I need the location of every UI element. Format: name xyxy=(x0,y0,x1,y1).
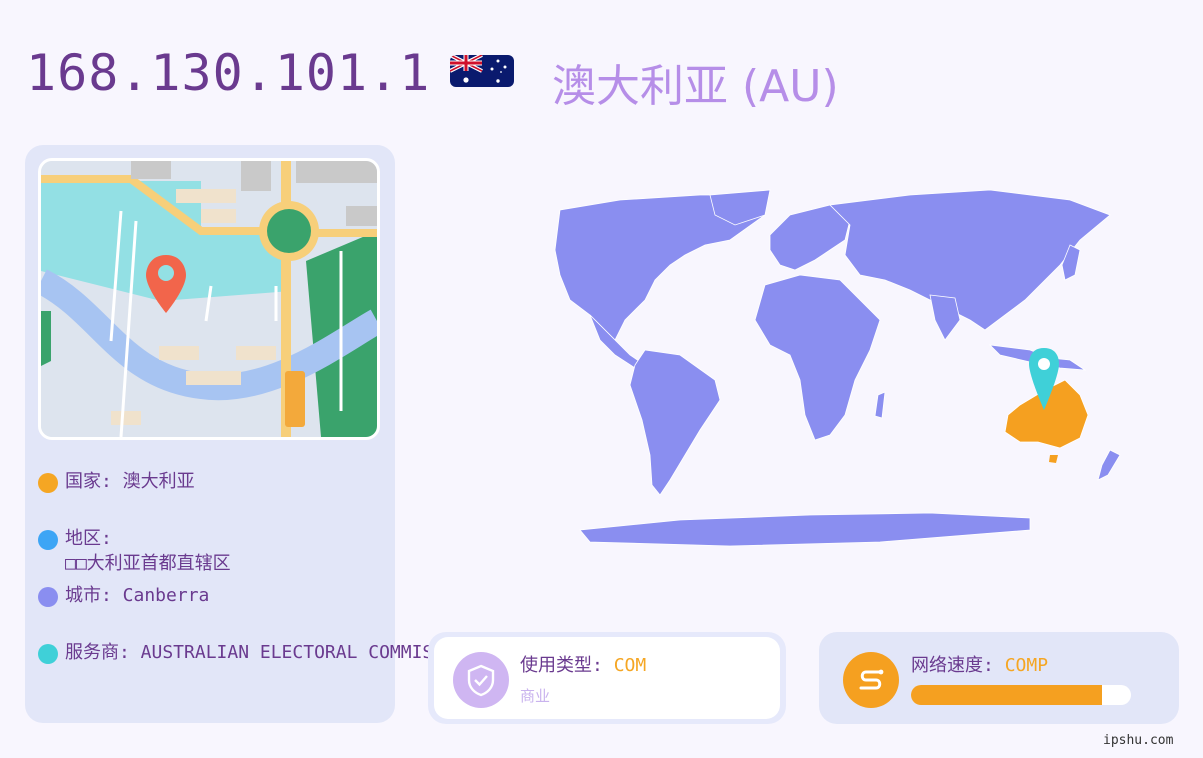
country-title: 澳大利亚 (AU) xyxy=(552,61,839,112)
network-speed-bar-fill xyxy=(911,685,1103,705)
australia-flag-icon xyxy=(450,55,514,87)
ip-address: 168.130.101.1 xyxy=(26,44,431,102)
network-speed-label: 网络速度: COMP xyxy=(911,655,1049,676)
country-dot-icon xyxy=(38,473,58,493)
usage-type-sub: 商业 xyxy=(520,687,551,705)
world-map xyxy=(430,180,1150,560)
info-region-value: □□大利亚首都直辖区 xyxy=(65,553,231,574)
network-speed-bar xyxy=(911,685,1131,705)
region-dot-icon xyxy=(38,530,58,550)
usage-type-value: COM xyxy=(613,655,647,676)
city-dot-icon xyxy=(38,587,58,607)
info-country: 国家: 澳大利亚 xyxy=(65,471,195,492)
site-footer: ipshu.com xyxy=(1103,733,1174,748)
speed-route-icon xyxy=(843,652,899,708)
isp-dot-icon xyxy=(38,644,58,664)
network-speed-value: COMP xyxy=(1004,655,1049,676)
info-region-label: 地区: xyxy=(65,528,112,549)
shield-check-icon xyxy=(453,652,509,708)
city-map-illustration xyxy=(38,158,380,440)
info-city: 城市: Canberra xyxy=(65,585,210,606)
usage-type-label: 使用类型: COM xyxy=(520,655,647,676)
info-isp: 服务商: AUSTRALIAN ELECTORAL COMMISSION xyxy=(65,642,477,663)
